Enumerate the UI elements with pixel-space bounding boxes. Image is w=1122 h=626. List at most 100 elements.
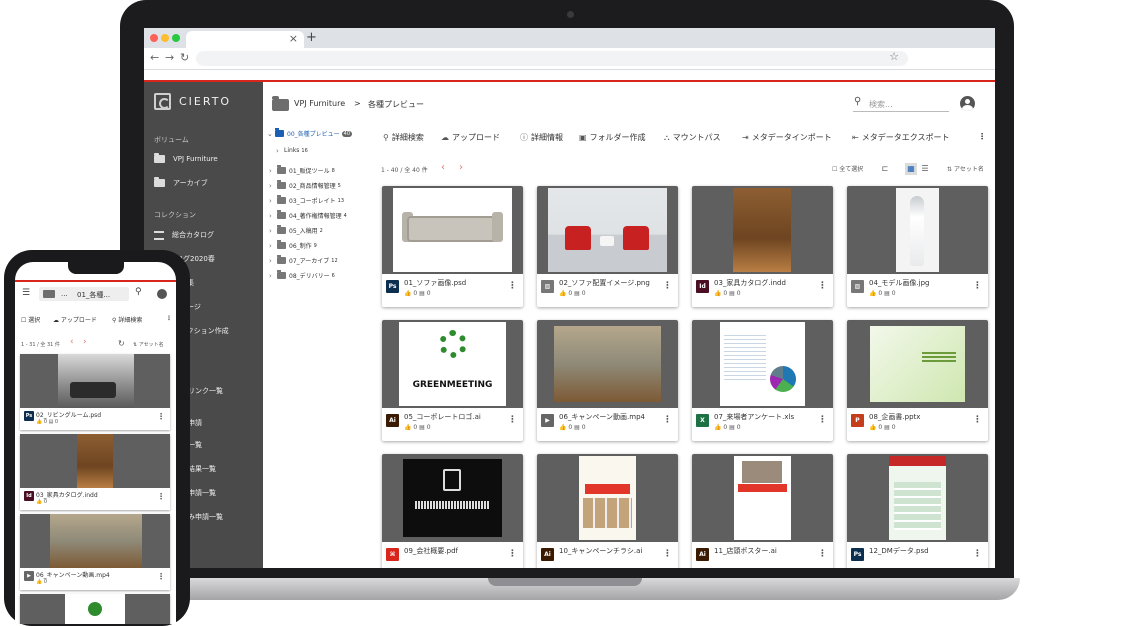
thumbnail-living-room[interactable]	[20, 354, 170, 408]
asset-card[interactable]: Id 03_家具カタログ.indd 👍 0 ⋮	[20, 434, 170, 510]
close-tab-icon[interactable]: ×	[289, 32, 298, 45]
sort-dropdown[interactable]: ⇅ アセット名	[947, 164, 984, 173]
asset-card[interactable]: ▶ 06_キャンペーン動画.mp4 👍 0 ▤ 0 ⋮	[537, 320, 678, 441]
chevron-right-icon[interactable]: ›	[269, 212, 277, 220]
minimize-window-icon[interactable]	[161, 34, 169, 42]
like-icon[interactable]: 👍	[404, 290, 411, 297]
like-icon[interactable]: 👍	[714, 424, 721, 431]
like-icon[interactable]: 👍	[559, 424, 566, 431]
card-menu-icon[interactable]: ⋮	[508, 415, 517, 425]
asset-card[interactable]: Ps 02_リビングルーム.psd 👍 0 ▤ 0 ⋮	[20, 354, 170, 430]
asset-card[interactable]: Id 03_家具カタログ.indd 👍 0 ▤ 0 ⋮	[692, 186, 833, 307]
comment-icon[interactable]: ▤	[729, 290, 735, 297]
comment-icon[interactable]: ▤	[884, 424, 890, 431]
card-menu-icon[interactable]: ⋮	[508, 281, 517, 291]
card-menu-icon[interactable]: ⋮	[663, 281, 672, 291]
thumbnail-company-profile[interactable]	[382, 454, 523, 542]
close-window-icon[interactable]	[150, 34, 158, 42]
like-icon[interactable]: 👍	[404, 424, 411, 431]
mount-path-button[interactable]: ⛬ マウントパス	[664, 132, 721, 143]
next-page-icon[interactable]: ›	[459, 162, 463, 173]
new-tab-icon[interactable]: +	[306, 30, 317, 45]
comment-icon[interactable]: ▤	[729, 424, 735, 431]
like-icon[interactable]: 👍	[869, 424, 876, 431]
maximize-window-icon[interactable]	[172, 34, 180, 42]
tree-item[interactable]: › 04_著作権情報管理 4	[269, 210, 347, 221]
chevron-right-icon[interactable]: ›	[269, 182, 277, 190]
thumbnail-video[interactable]	[20, 514, 170, 568]
asset-card[interactable]: P 08_企画書.pptx 👍 0 ▤ 0 ⋮	[847, 320, 988, 441]
comment-icon[interactable]: ▤	[884, 290, 890, 297]
breadcrumb-volume[interactable]: VPJ Furniture	[294, 99, 345, 108]
like-icon[interactable]: 👍	[869, 290, 876, 297]
like-icon[interactable]: 👍	[714, 290, 721, 297]
chevron-right-icon[interactable]: ›	[269, 257, 277, 265]
card-menu-icon[interactable]: ⋮	[157, 572, 165, 581]
url-field[interactable]: ☆	[196, 50, 908, 66]
forward-icon[interactable]: →	[165, 51, 174, 64]
thumbnail-poster[interactable]	[692, 454, 833, 542]
breadcrumb-current[interactable]: 各種プレビュー	[368, 99, 424, 110]
card-menu-icon[interactable]: ⋮	[508, 549, 517, 559]
card-menu-icon[interactable]: ⋮	[157, 492, 165, 501]
card-menu-icon[interactable]: ⋮	[973, 549, 982, 559]
refresh-icon[interactable]: ↻	[118, 339, 125, 348]
chevron-down-icon[interactable]: ⌄	[267, 130, 275, 138]
asset-card[interactable]: ▨ 02_ソファ配置イメージ.png 👍 0 ▤ 0 ⋮	[537, 186, 678, 307]
tree-item-selected[interactable]: ⌄ 00_各種プレビュー 40	[267, 128, 353, 139]
thumbnail-video[interactable]	[537, 320, 678, 408]
more-menu-icon[interactable]: ⋮	[166, 315, 172, 322]
reload-icon[interactable]: ↻	[180, 51, 189, 64]
cierto-logo[interactable]: CIERTO	[154, 93, 231, 110]
upload-button[interactable]: ☁ アップロード	[441, 132, 500, 143]
phone-breadcrumb[interactable]: ... 01_各種...	[39, 287, 129, 301]
chevron-right-icon[interactable]: ›	[269, 197, 277, 205]
back-icon[interactable]: ←	[150, 51, 159, 64]
thumbnail-catalog[interactable]	[20, 434, 170, 488]
tree-item[interactable]: › Links 16	[276, 145, 308, 156]
thumbnail-logo[interactable]: GREENMEETING	[382, 320, 523, 408]
card-menu-icon[interactable]: ⋮	[818, 281, 827, 291]
browser-tab[interactable]: ×	[186, 31, 304, 48]
create-folder-button[interactable]: ▣ フォルダー作成	[579, 132, 646, 143]
asset-card[interactable]: ⌘ 09_会社概要.pdf ⋮	[382, 454, 523, 568]
card-menu-icon[interactable]: ⋮	[973, 415, 982, 425]
select-button[interactable]: ☐ 選択	[21, 315, 40, 324]
details-button[interactable]: ⓘ 詳細情報	[520, 132, 563, 143]
sidebar-item-catalog[interactable]: 総合カタログ	[154, 229, 259, 241]
tree-item[interactable]: › 03_コーポレイト 13	[269, 195, 344, 206]
asset-card[interactable]: Ps 12_DMデータ.psd ⋮	[847, 454, 988, 568]
menu-icon[interactable]: ☰	[22, 288, 30, 298]
thumbnail-presentation[interactable]	[847, 320, 988, 408]
asset-card[interactable]	[20, 594, 170, 624]
thumbnail-spreadsheet[interactable]	[692, 320, 833, 408]
tree-item[interactable]: › 01_販促ツール 8	[269, 165, 335, 176]
comment-icon[interactable]: ▤	[419, 424, 425, 431]
comment-icon[interactable]: ▤	[419, 290, 425, 297]
tree-item[interactable]: › 07_アーカイブ 12	[269, 255, 338, 266]
search-icon[interactable]: ⚲	[135, 287, 142, 297]
asset-card[interactable]: Ps 01_ソファ画像.psd 👍 0 ▤ 0 ⋮	[382, 186, 523, 307]
asset-card[interactable]: ▶ 06_キャンペーン動画.mp4 👍 0 ⋮	[20, 514, 170, 590]
card-menu-icon[interactable]: ⋮	[663, 415, 672, 425]
advanced-search-button[interactable]: ⚲ 詳細検索	[383, 132, 424, 143]
asset-card[interactable]: Ai 10_キャンペーンチラシ.ai ⋮	[537, 454, 678, 568]
thumbnail-sofa[interactable]	[382, 186, 523, 274]
chevron-right-icon[interactable]: ›	[276, 147, 284, 155]
thumbnail-model[interactable]	[847, 186, 988, 274]
thumbnail-flyer[interactable]	[537, 454, 678, 542]
card-menu-icon[interactable]: ⋮	[663, 549, 672, 559]
next-page-icon[interactable]: ›	[83, 337, 87, 347]
card-menu-icon[interactable]: ⋮	[818, 549, 827, 559]
card-menu-icon[interactable]: ⋮	[818, 415, 827, 425]
search-input[interactable]: ⚲ 検索...	[853, 96, 949, 112]
asset-card[interactable]: X 07_来場者アンケート.xls 👍 0 ▤ 0 ⋮	[692, 320, 833, 441]
comment-icon[interactable]: ▤	[574, 290, 580, 297]
metadata-export-button[interactable]: ⇤ メタデータエクスポート	[852, 132, 949, 143]
upload-button[interactable]: ☁ アップロード	[53, 315, 97, 324]
prev-page-icon[interactable]: ‹	[70, 337, 74, 347]
thumbnail-plant[interactable]	[20, 594, 170, 624]
asset-card[interactable]: Ai 11_店頭ポスター.ai ⋮	[692, 454, 833, 568]
tree-item[interactable]: › 02_商品情報管理 5	[269, 180, 341, 191]
tree-item[interactable]: › 08_デリバリー 6	[269, 270, 335, 281]
